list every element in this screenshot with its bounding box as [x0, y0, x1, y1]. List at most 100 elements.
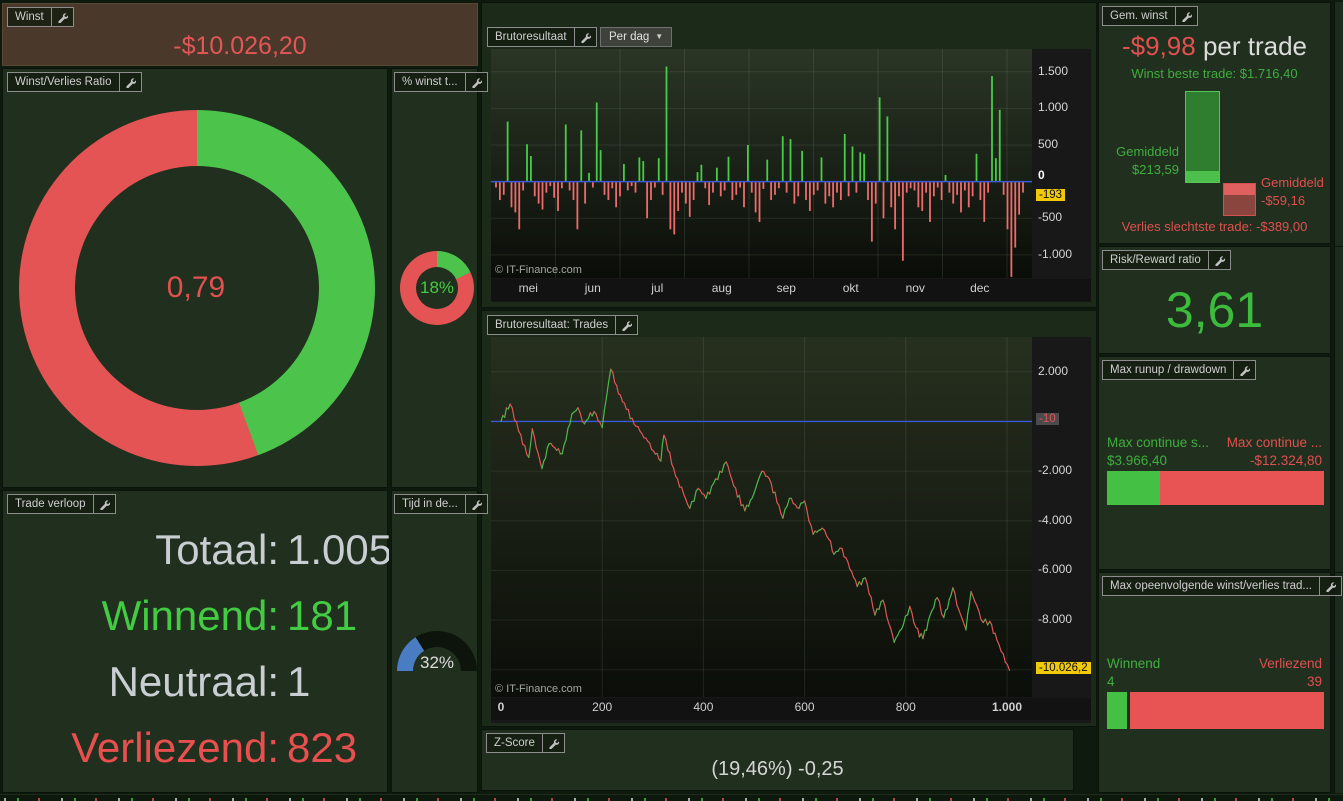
- ratio-header-chip[interactable]: Winst/Verlies Ratio: [7, 72, 142, 92]
- pct-winst-value: 18%: [419, 278, 455, 297]
- period-dropdown[interactable]: Per dag ▼: [600, 27, 673, 47]
- daily-chart-panel: Brutoresultaat Per dag ▼ © IT-Finance.co…: [481, 2, 1097, 308]
- wrench-icon[interactable]: [52, 8, 73, 26]
- total-trades-row: Totaal: 1.005: [3, 517, 389, 583]
- losing-label: Verliezend:: [71, 724, 279, 771]
- wrench-icon[interactable]: [1320, 577, 1341, 595]
- neutral-trades-row: Neutraal: 1: [3, 649, 389, 715]
- trades-x-axis: 0 200 400 600 800 1.000: [491, 698, 1091, 720]
- pct-winst-title: % winst t...: [395, 73, 466, 91]
- winst-value: -$10.026,20: [173, 32, 307, 60]
- z-score-title: Z-Score: [487, 734, 543, 752]
- trades-chart-canvas[interactable]: © IT-Finance.com: [491, 337, 1032, 697]
- daily-x-axis: mei jun jul aug sep okt nov dec: [491, 279, 1091, 301]
- z-score-panel: Z-Score (19,46%) -0,25: [481, 729, 1074, 791]
- chevron-down-icon: ▼: [655, 32, 664, 41]
- avg-win-value: $213,59: [1132, 162, 1179, 177]
- gem-winst-headline: -$9,98 per trade: [1099, 31, 1330, 62]
- dashboard: Winst -$10.026,20 Winst/Verlies Ratio 0,…: [0, 0, 1343, 801]
- watermark: © IT-Finance.com: [495, 683, 582, 695]
- trade-verloop-header-chip[interactable]: Trade verloop: [7, 494, 116, 514]
- runup-header-chip[interactable]: Max runup / drawdown: [1102, 360, 1257, 380]
- wrench-icon[interactable]: [1176, 7, 1197, 25]
- losing-trades-row: Verliezend: 823: [3, 715, 389, 781]
- wrench-icon[interactable]: [1234, 361, 1255, 379]
- risk-reward-value: 3,61: [1165, 282, 1264, 338]
- tijd-panel: Tijd in de... 32%: [391, 490, 488, 793]
- consec-right-label: Verliezend: [1258, 656, 1322, 671]
- avg-win-label: Gemiddeld: [1116, 144, 1179, 159]
- runup-title: Max runup / drawdown: [1103, 361, 1235, 379]
- tijd-title: Tijd in de...: [395, 495, 466, 513]
- avg-loss-value: -$59,16: [1261, 193, 1306, 208]
- max-consecutive-panel: Max opeenvolgende winst/verlies trad... …: [1098, 572, 1342, 793]
- tijd-header-chip[interactable]: Tijd in de...: [394, 494, 488, 514]
- ratio-value: 0,79: [166, 271, 226, 304]
- runup-right-label: Max continue ...: [1226, 435, 1322, 450]
- runup-bar-chart: [1107, 471, 1324, 505]
- daily-y-axis: 1.500 1.000 500 -500 -1.000 0 -193: [1036, 63, 1073, 261]
- consec-title: Max opeenvolgende winst/verlies trad...: [1103, 577, 1320, 595]
- avg-loss-label: Gemiddeld: [1261, 175, 1324, 190]
- consec-left-label: Winnend: [1107, 656, 1161, 671]
- runup-right-value: -$12.324,80: [1249, 453, 1322, 468]
- period-dropdown-value: Per dag: [609, 31, 650, 43]
- losing-value: 823: [287, 724, 358, 771]
- gem-winst-title: Gem. winst: [1103, 7, 1176, 25]
- risk-reward-panel: Risk/Reward ratio 3,61: [1098, 246, 1331, 354]
- neutral-label: Neutraal:: [108, 658, 279, 705]
- risk-reward-title: Risk/Reward ratio: [1103, 251, 1209, 269]
- pct-winst-panel: % winst t... 18%: [391, 68, 488, 488]
- wrench-icon[interactable]: [466, 495, 487, 513]
- consec-right-value: 39: [1306, 674, 1322, 689]
- wrench-icon[interactable]: [94, 495, 115, 513]
- trade-verloop-title: Trade verloop: [8, 495, 94, 513]
- tijd-value: 32%: [419, 653, 455, 672]
- best-trade-line: Winst beste trade: $1.716,40: [1131, 66, 1298, 81]
- neutral-value: 1: [287, 658, 311, 705]
- daily-chart-title: Brutoresultaat: [488, 28, 575, 46]
- trades-y-axis: 2.000 -2.000 -4.000 -6.000 -8.000 -10 -10.026,…: [1032, 337, 1091, 697]
- wrench-icon[interactable]: [616, 316, 637, 334]
- gem-winst-suffix: per trade: [1195, 31, 1308, 61]
- winning-label: Winnend:: [101, 592, 279, 639]
- wrench-icon[interactable]: [120, 73, 141, 91]
- wrench-icon[interactable]: [543, 734, 564, 752]
- consec-header-chip[interactable]: Max opeenvolgende winst/verlies trad...: [1102, 576, 1342, 596]
- watermark: © IT-Finance.com: [495, 264, 582, 276]
- wrench-icon[interactable]: [1209, 251, 1230, 269]
- z-score-header-chip[interactable]: Z-Score: [486, 733, 565, 753]
- max-runup-drawdown-panel: Max runup / drawdown Max continue s... M…: [1098, 356, 1331, 570]
- runup-left-value: $3.966,40: [1107, 453, 1168, 468]
- gem-winst-header-chip[interactable]: Gem. winst: [1102, 6, 1198, 26]
- z-score-value: (19,46%) -0,25: [711, 758, 844, 780]
- worst-trade-line: Verlies slechtste trade: -$389,00: [1121, 219, 1308, 234]
- avg-loss-bar: [1223, 183, 1256, 216]
- gem-winst-panel: Gem. winst -$9,98 per trade Winst beste …: [1098, 2, 1331, 244]
- wrench-icon[interactable]: [466, 73, 487, 91]
- trade-verloop-panel: Trade verloop Totaal: 1.005 Winnend: 181 N…: [2, 490, 389, 793]
- avg-win-bar: [1185, 91, 1220, 183]
- winst-header-chip[interactable]: Winst: [7, 7, 74, 27]
- trades-chart-title: Brutoresultaat: Trades: [488, 316, 617, 334]
- winst-title: Winst: [8, 8, 52, 26]
- gem-winst-value: -$9,98: [1121, 31, 1196, 61]
- runup-left-label: Max continue s...: [1107, 435, 1210, 450]
- consec-left-value: 4: [1107, 674, 1115, 689]
- daily-chart-canvas[interactable]: © IT-Finance.com: [491, 49, 1032, 278]
- winst-verlies-ratio-panel: Winst/Verlies Ratio 0,79: [2, 68, 388, 488]
- trades-chart-panel: Brutoresultaat: Trades © IT-Finance.com …: [481, 310, 1097, 727]
- consec-bar-chart: [1107, 692, 1324, 729]
- risk-reward-header-chip[interactable]: Risk/Reward ratio: [1102, 250, 1231, 270]
- adjacent-panels-sliver: [1334, 2, 1343, 793]
- clipped-bottom-row: [0, 794, 1343, 801]
- daily-chart-header-chip[interactable]: Brutoresultaat: [487, 27, 597, 47]
- pct-winst-header-chip[interactable]: % winst t...: [394, 72, 488, 92]
- wrench-icon[interactable]: [575, 28, 596, 46]
- ratio-title: Winst/Verlies Ratio: [8, 73, 120, 91]
- total-value: 1.005: [287, 526, 389, 573]
- total-label: Totaal:: [155, 526, 279, 573]
- winst-panel: Winst -$10.026,20: [2, 3, 478, 66]
- trades-chart-header-chip[interactable]: Brutoresultaat: Trades: [487, 315, 639, 335]
- winning-trades-row: Winnend: 181: [3, 583, 389, 649]
